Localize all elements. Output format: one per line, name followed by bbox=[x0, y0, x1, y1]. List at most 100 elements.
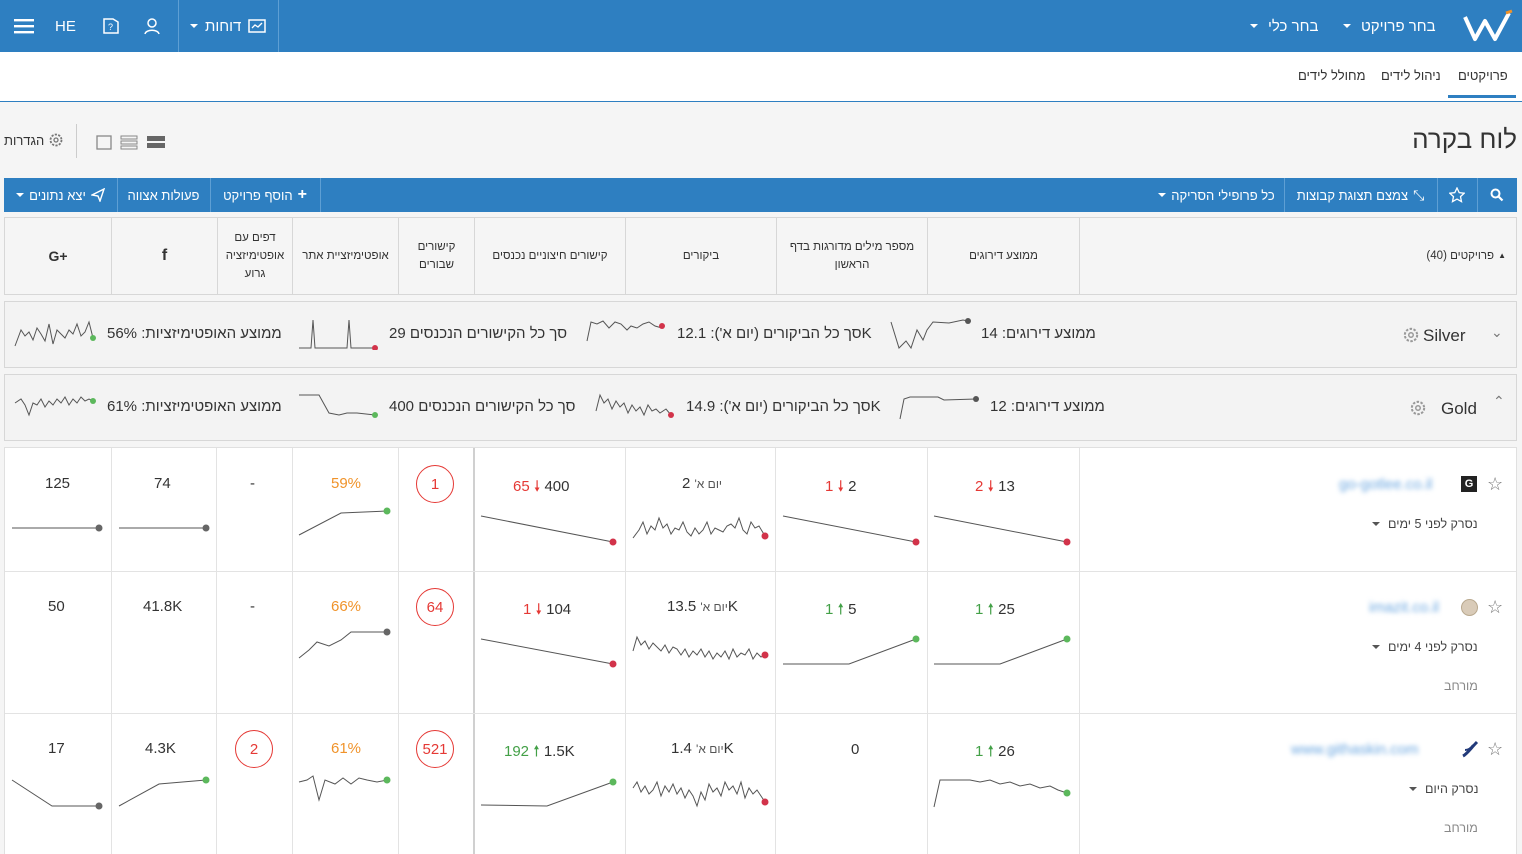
facebook-column-header[interactable]: f bbox=[111, 218, 217, 294]
scan-profile-label: מורחב bbox=[1444, 821, 1478, 835]
help-book-icon[interactable]: ? bbox=[101, 0, 121, 52]
broken-links-column-header[interactable]: קישורים שבורים bbox=[398, 218, 474, 294]
gplus-sparkline bbox=[11, 779, 103, 810]
tab-leads-management[interactable]: ניהול לידים bbox=[1381, 68, 1441, 83]
reports-menu[interactable]: דוחות bbox=[190, 0, 267, 52]
choose-tool-label: בחר כלי bbox=[1268, 17, 1319, 35]
facebook-value: 74 bbox=[154, 475, 171, 492]
tab-leads-generator[interactable]: מחולל לידים bbox=[1298, 68, 1366, 83]
arrow-down-icon: 🠗 bbox=[987, 478, 994, 495]
rank-number: 26 bbox=[998, 743, 1015, 760]
backlinks-delta: 1 bbox=[523, 601, 532, 618]
compact-view-icon[interactable] bbox=[146, 134, 166, 150]
scan-status-label: נסרק לפני 4 ימים bbox=[1388, 640, 1478, 654]
avg-rank-column-header[interactable]: ממוצע דירוגים bbox=[927, 218, 1079, 294]
favorite-star-icon[interactable]: ☆ bbox=[1487, 597, 1503, 618]
settings-button[interactable]: הגדרות bbox=[4, 132, 64, 148]
first-page-sparkline bbox=[783, 635, 920, 665]
choose-project-label: בחר פרויקט bbox=[1361, 17, 1436, 35]
backlinks-column-header[interactable]: קישורים חיצוניים נכנסים bbox=[474, 218, 625, 294]
gplus-column-header[interactable]: G+ bbox=[5, 218, 111, 294]
projects-column-header[interactable]: פרויקטים (40) ▲ bbox=[1079, 218, 1516, 294]
rank-sparkline bbox=[933, 515, 1071, 546]
site-name-link[interactable]: imazit.co.il bbox=[1369, 599, 1439, 616]
visits-sparkline bbox=[632, 516, 769, 540]
bulk-actions-button[interactable]: פעולות אצווה bbox=[117, 178, 210, 212]
scan-status-dropdown[interactable]: נסרק לפני 5 ימים bbox=[1372, 517, 1478, 531]
language-switch[interactable]: HE bbox=[55, 0, 76, 52]
projects-count-label: פרויקטים (40) bbox=[1426, 250, 1495, 262]
scan-status-dropdown[interactable]: נסרק היום bbox=[1409, 782, 1478, 796]
optimization-sparkline bbox=[298, 628, 391, 659]
reports-icon bbox=[248, 19, 267, 33]
gear-icon[interactable] bbox=[1409, 399, 1427, 417]
table-header: G+ f דפים עם אופטימיזציה גרוע אופטימיזצי… bbox=[4, 217, 1517, 295]
group-visits-total: סך כל הביקורים (יום א'): 12.1K bbox=[677, 325, 872, 342]
backlinks-delta: 65 bbox=[513, 478, 530, 495]
chevron-down-icon bbox=[1158, 193, 1167, 197]
projects-toolbar: יצא נתונים פעולות אצווה הוסף פרויקט + כל… bbox=[4, 178, 1517, 212]
search-icon[interactable] bbox=[1477, 178, 1517, 212]
bad-pages-value: - bbox=[250, 475, 255, 492]
group-rank-sparkline bbox=[890, 318, 971, 350]
broken-links-badge[interactable]: 1 bbox=[416, 465, 454, 503]
arrow-down-icon: 🠗 bbox=[535, 601, 542, 618]
settings-label: הגדרות bbox=[4, 132, 45, 148]
group-gold: ⌃ Gold ממוצע דירוגים: 12 סך כל הביקורים … bbox=[4, 374, 1517, 441]
visits-column-header[interactable]: ביקורים bbox=[625, 218, 776, 294]
hamburger-menu-icon[interactable] bbox=[8, 0, 40, 52]
broken-links-badge[interactable]: 64 bbox=[416, 588, 454, 626]
site-favicon bbox=[1462, 740, 1479, 758]
list-view-icon[interactable] bbox=[120, 134, 138, 150]
favorite-star-icon[interactable]: ☆ bbox=[1487, 739, 1503, 760]
gear-icon[interactable] bbox=[1402, 326, 1420, 344]
rank-number: 13 bbox=[998, 478, 1015, 495]
add-project-button[interactable]: הוסף פרויקט + bbox=[210, 178, 320, 212]
scan-profiles-dropdown[interactable]: כל פרופילי הסריקה bbox=[1149, 178, 1284, 212]
backlinks-number: 400 bbox=[544, 478, 570, 495]
chevron-up-icon[interactable]: ⌃ bbox=[1493, 393, 1505, 410]
bad-pages-badge[interactable]: 2 bbox=[235, 730, 273, 768]
first-page-number: 5 bbox=[848, 601, 857, 618]
bad-pages-column-header[interactable]: דפים עם אופטימיזציה גרוע bbox=[217, 218, 292, 294]
visits-suffix: יום א' bbox=[700, 600, 728, 614]
user-icon[interactable] bbox=[142, 0, 162, 52]
backlinks-value: 65 🠗 400 bbox=[513, 476, 570, 501]
rank-sparkline bbox=[934, 635, 1071, 665]
tab-projects[interactable]: פרויקטים bbox=[1448, 68, 1516, 98]
collapse-groups-label: צמצם תצוגת קבוצות bbox=[1296, 187, 1409, 203]
site-optimization-column-header[interactable]: אופטימיזציית אתר bbox=[292, 218, 398, 294]
group-name[interactable]: Silver bbox=[1423, 326, 1466, 346]
optimization-sparkline bbox=[298, 775, 391, 802]
page-title: לוח בקרה bbox=[1412, 124, 1517, 154]
group-backlinks-total: סך כל הקישורים הנכנסים 400 bbox=[389, 398, 576, 415]
scan-profiles-label: כל פרופילי הסריקה bbox=[1171, 187, 1275, 203]
visits-sparkline bbox=[632, 780, 769, 808]
broken-links-badge[interactable]: 521 bbox=[416, 730, 454, 768]
first-page-sparkline bbox=[782, 515, 920, 546]
choose-tool-menu[interactable]: בחר כלי bbox=[1250, 0, 1318, 52]
backlinks-value: 192 🠕 1.5K bbox=[504, 741, 575, 766]
grid-view-icon[interactable] bbox=[96, 134, 112, 150]
first-page-column-header[interactable]: מספר מילים מדורגות בדף הראשון bbox=[776, 218, 927, 294]
visits-value: יום א' 1.4K bbox=[671, 740, 734, 757]
site-name-link[interactable]: go-gotlee.co.il bbox=[1339, 476, 1432, 493]
choose-project-menu[interactable]: בחר פרויקט bbox=[1343, 0, 1436, 52]
scan-status-dropdown[interactable]: נסרק לפני 4 ימים bbox=[1372, 640, 1478, 654]
site-name-link[interactable]: www.githaskin.com bbox=[1291, 741, 1419, 758]
visits-suffix: יום א' bbox=[694, 477, 723, 491]
export-data-button[interactable]: יצא נתונים bbox=[4, 178, 117, 212]
rank-sparkline bbox=[933, 779, 1071, 808]
backlinks-sparkline bbox=[480, 515, 617, 546]
collapse-groups-button[interactable]: צמצם תצוגת קבוצות ⤡ bbox=[1284, 178, 1437, 212]
arrow-up-icon: 🠕 bbox=[987, 601, 994, 618]
app-logo[interactable] bbox=[1462, 0, 1516, 52]
backlinks-delta: 192 bbox=[504, 743, 530, 760]
rank-delta: 1 bbox=[975, 743, 984, 760]
chevron-down-icon[interactable]: ⌄ bbox=[1491, 324, 1503, 341]
group-rank-sparkline bbox=[899, 396, 979, 420]
group-name[interactable]: Gold bbox=[1441, 399, 1477, 419]
visits-sparkline bbox=[632, 635, 769, 661]
favorites-star-icon[interactable] bbox=[1437, 178, 1477, 212]
favorite-star-icon[interactable]: ☆ bbox=[1487, 474, 1503, 495]
